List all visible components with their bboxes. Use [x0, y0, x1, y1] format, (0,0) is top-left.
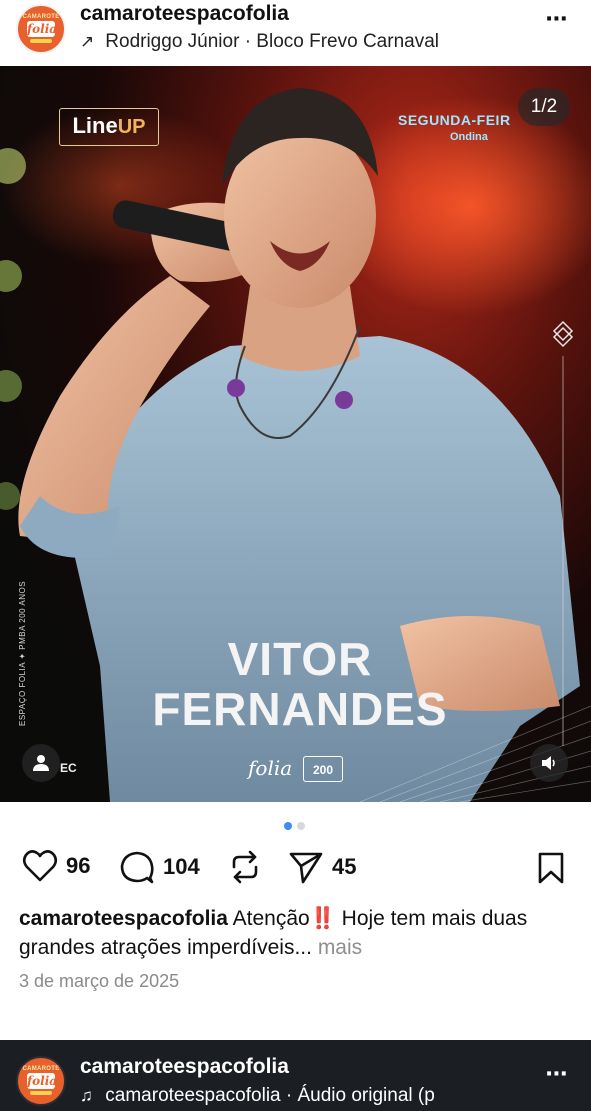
lineup-badge: LineUP — [59, 108, 159, 146]
next-post-audio-line[interactable]: ♫ camaroteespacofolia · Áudio original (… — [80, 1085, 435, 1107]
repost-icon[interactable] — [228, 849, 262, 885]
post-username[interactable]: camaroteespacofolia — [80, 2, 289, 26]
next-avatar-logo-text: folia — [27, 1073, 58, 1089]
post-photo[interactable]: LineUP SEGUNDA-FEIR Ondina 1/2 ESPAÇO FO… — [0, 66, 591, 802]
likes-count[interactable]: 96 — [66, 853, 90, 879]
folia-logo: folia — [248, 756, 293, 780]
pmba-200-logo: 200 — [303, 756, 343, 782]
comment-bubble-icon[interactable] — [119, 849, 155, 885]
lineup-up-text: UP — [117, 116, 146, 138]
diamond-logo-icon — [552, 320, 574, 348]
comment-action[interactable]: 104 — [119, 849, 200, 885]
tagged-people-button[interactable] — [22, 744, 60, 782]
next-post-more-icon[interactable]: ⋯ — [543, 1063, 571, 1087]
send-paper-plane-icon[interactable] — [288, 849, 324, 885]
lineup-main-text: Line — [72, 113, 118, 138]
music-note-icon: ♫ — [80, 1086, 93, 1105]
comments-count[interactable]: 104 — [163, 854, 200, 880]
arrow-up-right-icon: ↗ — [80, 32, 95, 51]
action-bar: 96 104 45 — [0, 845, 591, 889]
bookmark-icon[interactable] — [537, 851, 565, 885]
avatar-logo-bar — [30, 39, 52, 43]
double-exclamation-icon: ‼️ — [309, 907, 336, 930]
shares-count[interactable]: 45 — [332, 854, 356, 880]
next-post-header: CAMAROTE folia camaroteespacofolia ♫ cam… — [0, 1040, 591, 1111]
day-location: Ondina — [450, 131, 488, 143]
like-action[interactable]: 96 — [22, 849, 90, 883]
carousel-dot-active[interactable] — [284, 822, 292, 830]
artist-first-name: VITOR — [227, 633, 373, 685]
profile-avatar[interactable]: CAMAROTE folia — [16, 4, 66, 54]
person-icon — [33, 755, 49, 771]
sponsor-logo-text: EC — [60, 761, 77, 775]
audio-text: camaroteespacofolia · Áudio original (p — [105, 1085, 435, 1106]
carousel-counter: 1/2 — [518, 88, 570, 126]
more-options-icon[interactable]: ⋯ — [543, 8, 571, 32]
repost-action[interactable] — [228, 849, 262, 885]
avatar-top-text: CAMAROTE — [22, 14, 60, 20]
heart-icon[interactable] — [22, 849, 58, 883]
caption-text-start: Atenção — [227, 907, 310, 930]
artist-name: VITOR FERNANDES — [0, 633, 591, 735]
collab-line[interactable]: ↗ Rodriggo Júnior · Bloco Frevo Carnaval — [80, 31, 439, 53]
sound-toggle-button[interactable] — [530, 744, 568, 782]
caption-more-link[interactable]: mais — [318, 936, 362, 959]
post-date: 3 de março de 2025 — [19, 971, 180, 991]
caption-username[interactable]: camaroteespacofolia — [19, 907, 228, 930]
carousel-dot[interactable] — [297, 822, 305, 830]
next-avatar-logo-bar — [30, 1091, 52, 1095]
share-action[interactable]: 45 — [288, 849, 356, 885]
speaker-icon — [542, 756, 555, 770]
post-header: CAMAROTE folia camaroteespacofolia ↗ Rod… — [0, 0, 591, 66]
next-avatar-top-text: CAMAROTE — [22, 1066, 60, 1072]
next-post-avatar[interactable]: CAMAROTE folia — [16, 1056, 66, 1106]
carousel-dots — [284, 822, 305, 830]
day-label: SEGUNDA-FEIR — [398, 112, 511, 128]
post-caption: camaroteespacofolia Atenção‼️ Hoje tem m… — [19, 904, 579, 962]
save-action[interactable] — [537, 851, 565, 890]
artist-last-name: FERNANDES — [152, 683, 448, 735]
collab-text: Rodriggo Júnior · Bloco Frevo Carnaval — [105, 31, 439, 52]
avatar-logo-text: folia — [27, 21, 58, 37]
next-post-username[interactable]: camaroteespacofolia — [80, 1055, 289, 1079]
